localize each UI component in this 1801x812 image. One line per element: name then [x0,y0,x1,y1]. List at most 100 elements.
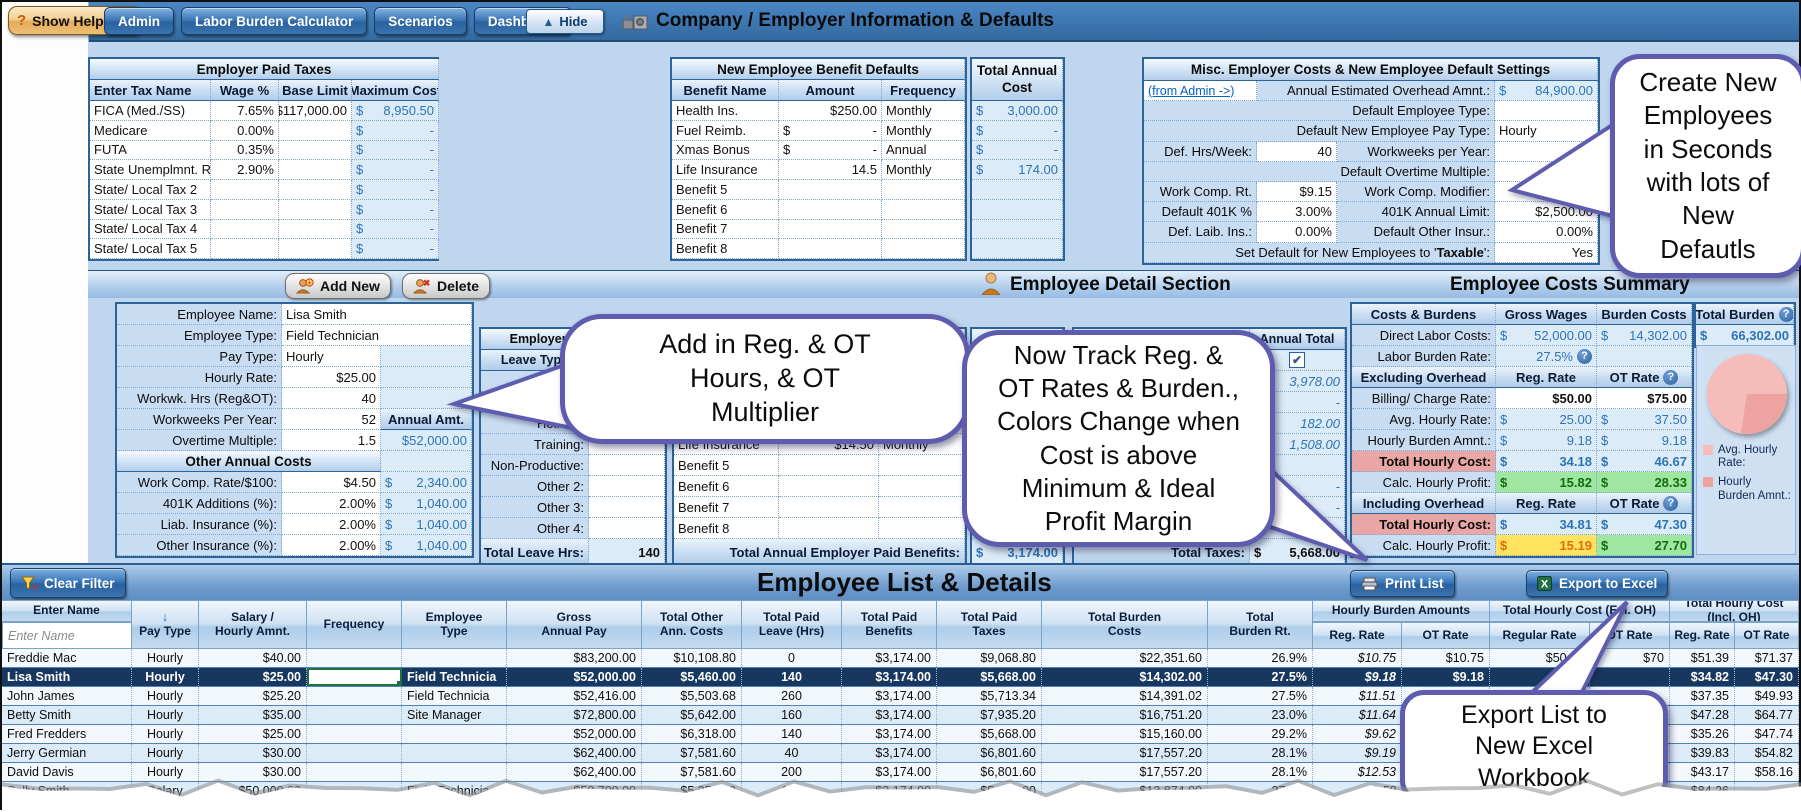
list-cell[interactable]: 26.9% [1208,649,1313,667]
benefit-cell[interactable]: $- [779,121,882,141]
list-cell[interactable]: $58.16 [1735,763,1799,781]
paid-benefit-cell[interactable]: Benefit 5 [674,455,779,476]
list-cell[interactable] [307,649,402,667]
benefit-cell[interactable] [779,239,882,259]
total-burden-value-cell[interactable]: $66,302.00 [1696,325,1794,346]
list-cell[interactable]: $50,000.00 [199,782,307,800]
benefit-cell[interactable] [882,220,965,240]
list-cell[interactable]: 0 [742,649,842,667]
list-cell[interactable]: $35.26 [1670,725,1735,743]
list-cell[interactable]: $3,174.00 [842,649,937,667]
list-cell[interactable]: $83,200.00 [507,649,642,667]
list-cell[interactable]: $62,400.00 [507,763,642,781]
taxes-cell[interactable] [279,220,352,240]
benefit-cell[interactable]: Monthly [882,160,965,180]
total-leave-value-cell[interactable]: 140 [589,539,665,566]
benefit-cell[interactable] [779,220,882,240]
list-cell[interactable]: $17,557.20 [1042,763,1208,781]
column-header[interactable]: Total Other Ann. Costs [642,600,742,649]
list-cell[interactable]: $3,174.00 [842,668,937,686]
employee-field-cell[interactable]: Hourly [282,346,381,367]
taxes-cell[interactable]: 7.65% [211,101,279,121]
checked-checkbox-icon[interactable]: ✔ [1289,352,1305,368]
list-cell[interactable]: $71.37 [1735,649,1799,667]
taxes-cell[interactable]: $8,950.50 [352,101,439,121]
summary-value-cell[interactable]: $52,000.00 [1496,325,1597,346]
filter-name-header[interactable]: Enter Name [2,600,132,622]
leave-row-cell[interactable] [589,476,665,497]
list-cell[interactable]: $16,751.20 [1042,706,1208,724]
list-cell[interactable]: Lisa Smith [2,668,132,686]
list-cell[interactable]: $13,874.00 [1042,782,1208,800]
list-cell[interactable]: 160 [742,706,842,724]
benefit-total-cell[interactable] [972,220,1063,240]
taxes-cell[interactable]: $- [352,141,439,161]
benefit-total-cell[interactable]: $- [972,121,1063,141]
name-filter-input[interactable] [2,622,132,649]
list-cell[interactable] [307,687,402,705]
taxes-cell[interactable]: $- [352,239,439,259]
list-cell[interactable]: $14,391.02 [1042,687,1208,705]
taxes-cell[interactable]: $- [352,220,439,240]
tab-scenarios[interactable]: Scenarios [374,7,467,35]
list-cell[interactable]: $40.00 [199,649,307,667]
list-cell[interactable] [402,763,507,781]
taxes-cell[interactable] [279,121,352,141]
benefit-cell[interactable]: Life Insurance [672,160,779,180]
taxes-cell[interactable] [211,180,279,200]
list-cell[interactable]: $3,174.00 [842,687,937,705]
employee-field-cell[interactable]: 52 [282,409,381,430]
list-cell[interactable]: Freddie Mac [2,649,132,667]
taxes-cell[interactable] [211,220,279,240]
list-cell[interactable]: $37.35 [1670,687,1735,705]
taxes-cell[interactable]: $117,000.00 [279,101,352,121]
taxes-cell[interactable]: State/ Local Tax 5 [90,239,211,259]
list-cell[interactable] [402,725,507,743]
taxes-cell[interactable] [279,200,352,220]
leave-row-cell[interactable] [589,455,665,476]
list-cell[interactable]: Salary [132,782,199,800]
column-header[interactable]: Employee Type [402,600,507,649]
list-cell[interactable]: $10.75 [1313,649,1402,667]
taxes-cell[interactable]: FICA (Med./SS) [90,101,211,121]
list-cell[interactable]: 180 [742,782,842,800]
list-cell[interactable]: $52,000.00 [507,725,642,743]
list-cell[interactable]: 40 [742,744,842,762]
list-cell[interactable]: $5,450.00 [937,782,1042,800]
clear-filter-button[interactable]: x Clear Filter [10,568,126,598]
work-comp-rt-cell[interactable]: $9.15 [1257,182,1337,202]
list-cell[interactable]: Field Technicia [402,668,507,686]
list-cell[interactable]: $11.51 [1313,687,1402,705]
column-header[interactable]: Frequency [307,600,402,649]
list-cell[interactable]: $25.20 [199,687,307,705]
list-cell[interactable]: $3,174.00 [842,725,937,743]
column-header[interactable]: Total Paid Taxes [937,600,1042,649]
list-cell[interactable]: $17,557.20 [1042,744,1208,762]
list-cell[interactable]: Site Manager [402,706,507,724]
summary-value-cell[interactable]: $28.33 [1597,472,1692,493]
list-cell[interactable]: $35.00 [199,706,307,724]
list-cell[interactable]: $47.30 [1735,668,1799,686]
list-cell[interactable]: $5,668.00 [937,725,1042,743]
list-cell[interactable]: $6,801.60 [937,744,1042,762]
list-cell[interactable]: $9,068.80 [937,649,1042,667]
list-cell[interactable]: $7,935.20 [937,706,1042,724]
list-cell[interactable]: Jerry Germian [2,744,132,762]
benefit-cell[interactable]: Benefit 7 [672,220,779,240]
paid-benefit-cell[interactable] [879,518,965,539]
benefit-cell[interactable] [882,200,965,220]
list-cell[interactable]: $62,400.00 [507,744,642,762]
def-liab-ins-cell[interactable]: 0.00% [1257,222,1337,242]
column-header[interactable]: Reg. Rate [1670,622,1735,649]
summary-value-cell[interactable]: $27.70 [1597,535,1692,556]
list-cell[interactable]: $3,174.00 [842,706,937,724]
taxes-cell[interactable]: State/ Local Tax 4 [90,220,211,240]
taxes-cell[interactable] [279,239,352,259]
list-cell[interactable]: Betty Smith [2,706,132,724]
summary-value-cell[interactable]: $9.18 [1597,430,1692,451]
list-cell[interactable]: 200 [742,763,842,781]
other-cost-annual-cell[interactable]: $1,040.00 [381,535,472,556]
summary-value-cell[interactable]: $15.19 [1496,535,1597,556]
benefit-cell[interactable] [882,239,965,259]
other-cost-cell[interactable]: 2.00% [282,535,381,556]
